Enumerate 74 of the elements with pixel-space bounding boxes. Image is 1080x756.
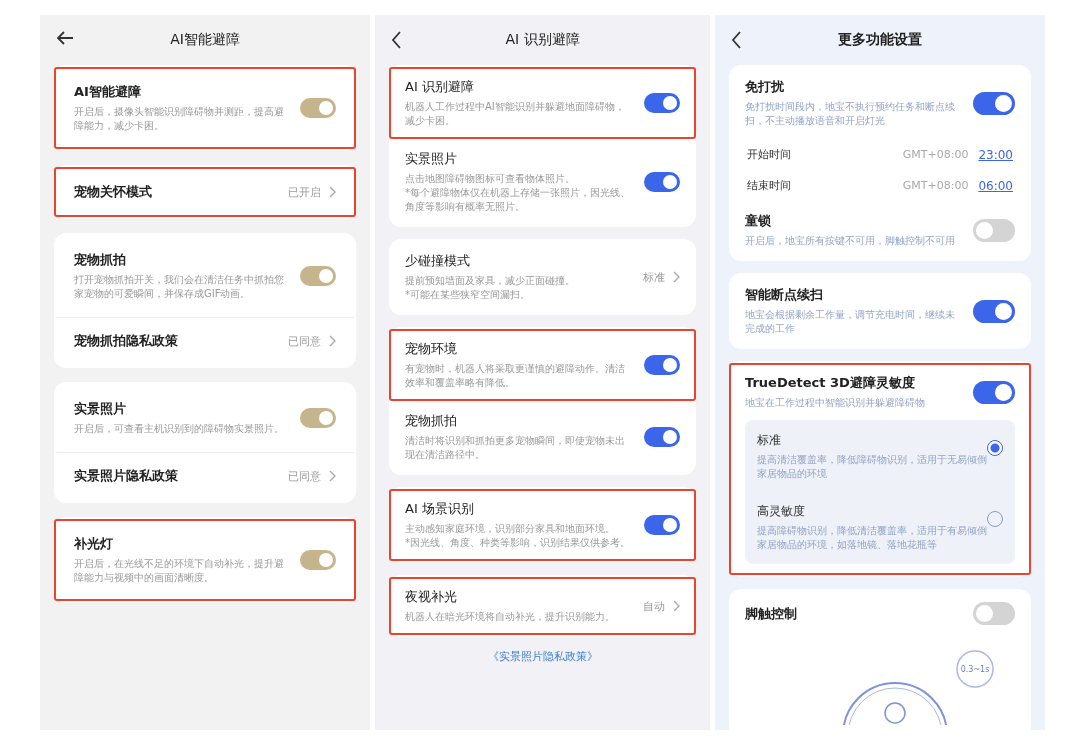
setting-description: 清洁时将识别和抓拍更多宠物瞬间，即使宠物未出现在清洁路径中。 (405, 434, 626, 462)
time-link[interactable]: 06:00 (978, 178, 1013, 193)
back-chevron-icon (731, 31, 742, 49)
setting-title: 宠物抓拍隐私政策 (74, 332, 178, 350)
option-description: 提高清洁覆盖率，降低障碍物识别，适用于无易倾倒家居物品的环境 (757, 453, 987, 481)
toggle-switch[interactable] (644, 355, 680, 375)
setting-title: 宠物关怀模式 (74, 183, 152, 201)
setting-title: 夜视补光 (405, 588, 458, 606)
setting-title: 实景照片 (74, 400, 127, 418)
toggle-switch[interactable] (644, 93, 680, 113)
setting-title: 宠物抓拍 (405, 412, 458, 430)
setting-title: 补光灯 (74, 535, 114, 553)
setting-title: 宠物抓拍 (74, 251, 127, 269)
setting-description: 主动感知家庭环境，识别部分家具和地面环境。 *因光线、角度、种类等影响，识别结果仅供参考。 (405, 522, 630, 550)
setting-value: 已开启 (288, 184, 321, 200)
radio-button[interactable] (987, 440, 1003, 456)
setting-description: 地宝在工作过程中智能识别并躲避障碍物 (745, 396, 925, 410)
timezone-label: GMT+08:00 (902, 148, 969, 161)
time-link[interactable]: 23:00 (978, 147, 1013, 162)
setting-description: 有宠物时，机器人将采取更谨慎的避障动作。清洁效率和覆盖率略有降低。 (405, 362, 626, 390)
setting-title: 脚触控制 (745, 604, 797, 623)
screen-title: 更多功能设置 (838, 31, 922, 49)
toggle-switch[interactable] (300, 550, 336, 570)
setting-value: 已同意 (288, 333, 321, 349)
toggle-switch[interactable] (973, 299, 1015, 323)
time-label: 结束时间 (747, 178, 792, 193)
privacy-policy-link[interactable]: 《实景照片隐私政策》 (389, 649, 696, 664)
setting-title: 少碰撞模式 (405, 252, 471, 270)
setting-title: 实景照片 (405, 150, 458, 168)
setting-description: 机器人工作过程中AI智能识别并躲避地面障碍物，减少卡困。 (405, 100, 626, 128)
back-button[interactable] (731, 31, 742, 49)
toggle-switch[interactable] (300, 408, 336, 428)
back-button[interactable] (391, 31, 402, 49)
duration-label: 0.3~1s (960, 665, 990, 674)
setting-value: 自动 (643, 598, 665, 614)
toggle-switch[interactable] (644, 427, 680, 447)
timezone-label: GMT+08:00 (902, 179, 969, 192)
setting-title: AI 识别避障 (405, 78, 475, 96)
setting-description: 提前预知墙面及家具，减少正面碰撞。 *可能在某些狭窄空间漏扫。 (405, 274, 575, 302)
toggle-switch[interactable] (644, 515, 680, 535)
setting-value: 已同意 (288, 468, 321, 484)
toggle-switch[interactable] (973, 380, 1015, 404)
toggle-switch[interactable] (300, 98, 336, 118)
setting-title: AI智能避障 (74, 83, 142, 101)
setting-description: 开启后，摄像头智能识别障碍物并测距，提高避障能力，减少卡困。 (74, 105, 285, 133)
back-arrow-icon (56, 31, 74, 45)
setting-title: 童锁 (745, 212, 772, 230)
back-button[interactable] (56, 31, 74, 45)
setting-title: 实景照片隐私政策 (74, 467, 178, 485)
setting-description: 开启后，地宝所有按键不可用，脚触控制不可用 (745, 234, 955, 248)
toggle-switch[interactable] (973, 218, 1015, 242)
toggle-switch[interactable] (973, 602, 1015, 625)
setting-title: 智能断点续扫 (745, 286, 824, 304)
setting-title: 免打扰 (745, 78, 785, 96)
screen-title: AI 识别避障 (505, 31, 580, 49)
setting-title: AI 场景识别 (405, 500, 475, 518)
toggle-switch[interactable] (973, 91, 1015, 115)
setting-description: 开启后，在光线不足的环境下自动补光，提升避障能力与视频中的画面清晰度。 (74, 557, 285, 585)
screen-title: AI智能避障 (170, 31, 240, 49)
option-title: 标准 (757, 432, 782, 449)
option-title: 高灵敏度 (757, 503, 806, 520)
back-chevron-icon (391, 31, 402, 49)
setting-value: 标准 (643, 269, 665, 285)
toggle-switch[interactable] (300, 266, 336, 286)
time-label: 开始时间 (747, 147, 792, 162)
setting-title: TrueDetect 3D避障灵敏度 (745, 374, 916, 392)
setting-description: 打开宠物抓拍开关，我们会在清洁任务中抓拍您家宠物的可爱瞬间，并保存成GIF动画。 (74, 273, 285, 301)
setting-description: 地宝会根据剩余工作量，调节充电时间，继续未完成的工作 (745, 308, 956, 336)
setting-title: 宠物环境 (405, 340, 458, 358)
option-description: 提高障碍物识别，降低清洁覆盖率，适用于有易倾倒家居物品的环境，如落地镜、落地花瓶等 (757, 524, 987, 552)
toggle-switch[interactable] (644, 172, 680, 192)
setting-description: 免打扰时间段内，地宝不执行预约任务和断点续扫，不主动播放语音和开启灯光 (745, 100, 956, 128)
setting-description: 开启后，可查看主机识别到的障碍物实景照片。 (74, 422, 284, 436)
setting-description: 机器人在暗光环境将自动补光，提升识别能力。 (405, 610, 615, 624)
